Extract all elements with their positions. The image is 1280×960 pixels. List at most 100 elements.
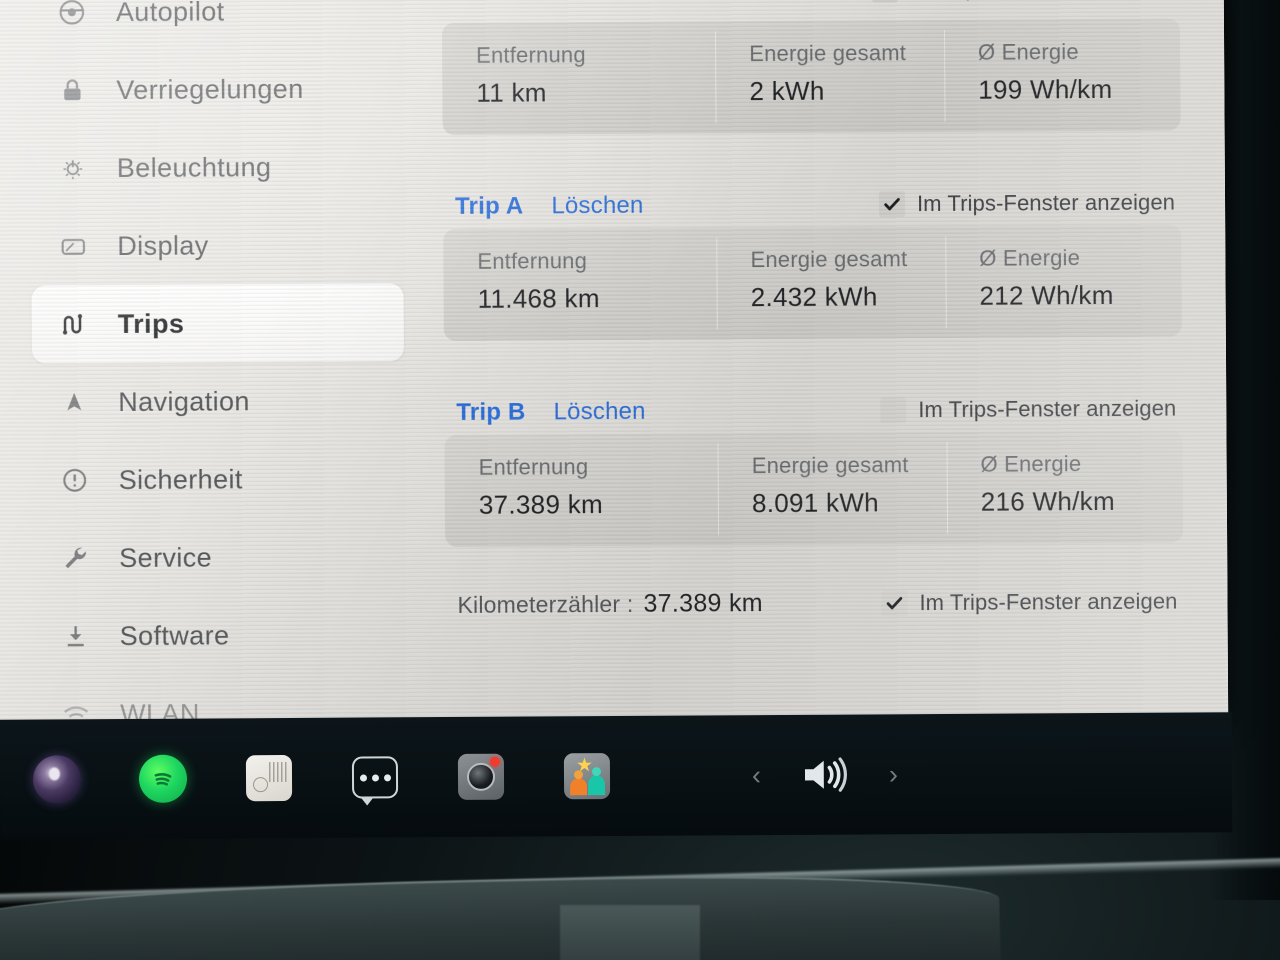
stat-energy-total: Energie gesamt 2.432 kWh [716,226,945,339]
dock-app-photos[interactable]: ★ [534,753,640,800]
photo-scene: Autopilot Verriegelungen Beleuchtung Dis… [0,0,1280,960]
photos-icon[interactable]: ★ [563,753,611,800]
trip-block-cutoff: Im Trips-Fenster anzeigen Entfernung 11 … [441,0,1181,136]
light-bulb-icon [53,153,93,183]
checkbox-label: Im Trips-Fenster anzeigen [910,0,1168,2]
checkbox-label: Im Trips-Fenster anzeigen [919,588,1178,615]
spotify-icon[interactable] [138,754,188,803]
dashboard-vent [560,905,700,960]
sidebar-item-label: Verriegelungen [116,73,304,105]
warning-circle-icon [55,465,95,495]
stat-value: 216 Wh/km [980,485,1115,517]
stat-value: 11 km [476,77,547,108]
sidebar-item-software[interactable]: Software [33,595,405,675]
odometer-row: Kilometerzähler : 37.389 km Im Trips-Fen… [445,587,1183,621]
dock-app-card[interactable] [216,754,322,802]
stat-distance: Entfernung 11.468 km [443,227,717,341]
stat-energy-avg: Ø Energie 216 Wh/km [946,431,1183,544]
tesla-touchscreen: Autopilot Verriegelungen Beleuchtung Dis… [0,0,1229,732]
tidal-card-icon[interactable] [245,754,293,802]
stat-energy-avg: Ø Energie 212 Wh/km [945,225,1182,338]
stat-label: Entfernung [476,42,586,68]
checkbox-label: Im Trips-Fenster anzeigen [918,395,1177,423]
checkbox-unchecked-icon[interactable] [880,397,907,424]
stat-label: Energie gesamt [750,246,908,273]
dock-app-chat[interactable] [322,756,428,799]
stat-label: Ø Energie [979,245,1081,271]
trip-block-b: Trip B Löschen Im Trips-Fenster anzeigen [444,387,1184,548]
trip-title[interactable]: Trip A [455,193,523,221]
odometer-value: 37.389 km [643,589,763,618]
trip-stats-card: Entfernung 11 km Energie gesamt 2 kWh Ø … [441,18,1181,136]
display-icon [53,231,93,261]
sidebar-item-label: Navigation [118,385,250,417]
stat-value: 212 Wh/km [979,279,1114,311]
checkbox-checked-icon[interactable] [881,589,908,616]
stat-value: 37.389 km [478,489,604,520]
sidebar-item-label: Display [117,229,209,261]
bottom-dock: ★ ‹ › [0,712,1233,840]
stat-label: Energie gesamt [751,452,909,479]
dock-volume-controls: ‹ › [752,752,898,797]
stat-value: 2 kWh [749,75,825,107]
stat-label: Entfernung [477,248,588,274]
sidebar-item-autopilot[interactable]: Autopilot [30,0,402,52]
chat-bubble-icon[interactable] [351,756,399,799]
stat-value: 199 Wh/km [978,73,1113,105]
checkbox-checked-icon[interactable] [871,0,898,3]
sidebar-item-service[interactable]: Service [33,517,405,597]
download-icon [56,621,96,651]
stat-label: Entfernung [478,454,589,480]
stat-energy-total: Energie gesamt 8.091 kWh [718,432,947,545]
trip-header-b: Trip B Löschen Im Trips-Fenster anzeigen [444,387,1182,436]
show-in-trips-window-toggle[interactable]: Im Trips-Fenster anzeigen [871,0,1174,3]
dock-app-list: ★ [0,752,640,804]
sidebar-item-navigation[interactable]: Navigation [32,361,404,441]
trip-stats-card: Entfernung 37.389 km Energie gesamt 8.09… [444,430,1184,548]
dock-app-tesla[interactable] [4,755,110,804]
next-chevron-icon[interactable]: › [889,759,898,789]
trips-settings-pane: Im Trips-Fenster anzeigen Entfernung 11 … [432,0,1228,729]
odometer-label: Kilometerzähler : [457,590,634,618]
trip-delete-button[interactable]: Löschen [551,192,643,221]
checkbox-checked-icon[interactable] [878,191,906,218]
volume-speaker-icon[interactable] [797,753,853,797]
dashcam-icon[interactable] [457,753,505,800]
sidebar-item-label: Sicherheit [118,463,243,495]
recording-dot-icon [489,756,500,767]
odometer-show-toggle[interactable]: Im Trips-Fenster anzeigen [881,588,1183,616]
dock-app-dashcam[interactable] [428,753,534,801]
lock-icon [52,76,92,104]
show-in-trips-window-toggle[interactable]: Im Trips-Fenster anzeigen [878,189,1181,218]
sidebar-item-display[interactable]: Display [31,205,403,285]
sidebar-item-label: Beleuchtung [116,151,272,183]
stat-distance: Entfernung 37.389 km [444,433,718,547]
sidebar-item-trips[interactable]: Trips [31,283,405,364]
trip-title[interactable]: Trip B [456,399,525,427]
dock-app-spotify[interactable] [110,754,216,803]
stat-value: 2.432 kWh [750,281,878,313]
stat-distance: Entfernung 11 km [442,21,716,135]
sidebar-item-label: Autopilot [115,0,225,27]
checkbox-label: Im Trips-Fenster anzeigen [916,189,1176,217]
sidebar-item-label: Service [119,541,213,573]
navigation-arrow-icon [54,388,94,416]
stat-energy-avg: Ø Energie 199 Wh/km [944,19,1181,132]
show-in-trips-window-toggle[interactable]: Im Trips-Fenster anzeigen [880,396,1182,424]
prev-chevron-icon[interactable]: ‹ [752,760,761,790]
stat-label: Ø Energie [977,39,1079,65]
sidebar-item-sicherheit[interactable]: Sicherheit [32,439,404,519]
stat-label: Ø Energie [980,451,1082,477]
trip-header-a: Trip A Löschen Im Trips-Fenster anzeigen [443,181,1181,230]
stat-value: 11.468 km [477,283,600,314]
stat-label: Energie gesamt [749,40,907,67]
tesla-app-icon[interactable] [32,755,82,804]
settings-sidebar: Autopilot Verriegelungen Beleuchtung Dis… [0,0,436,732]
sidebar-item-label: Trips [117,308,185,339]
steering-wheel-icon [52,0,92,27]
trip-stats-card: Entfernung 11.468 km Energie gesamt 2.43… [443,224,1182,342]
sidebar-item-verriegelungen[interactable]: Verriegelungen [30,49,402,129]
trip-delete-button[interactable]: Löschen [553,398,645,427]
wrench-icon [55,543,95,573]
sidebar-item-beleuchtung[interactable]: Beleuchtung [31,127,403,207]
